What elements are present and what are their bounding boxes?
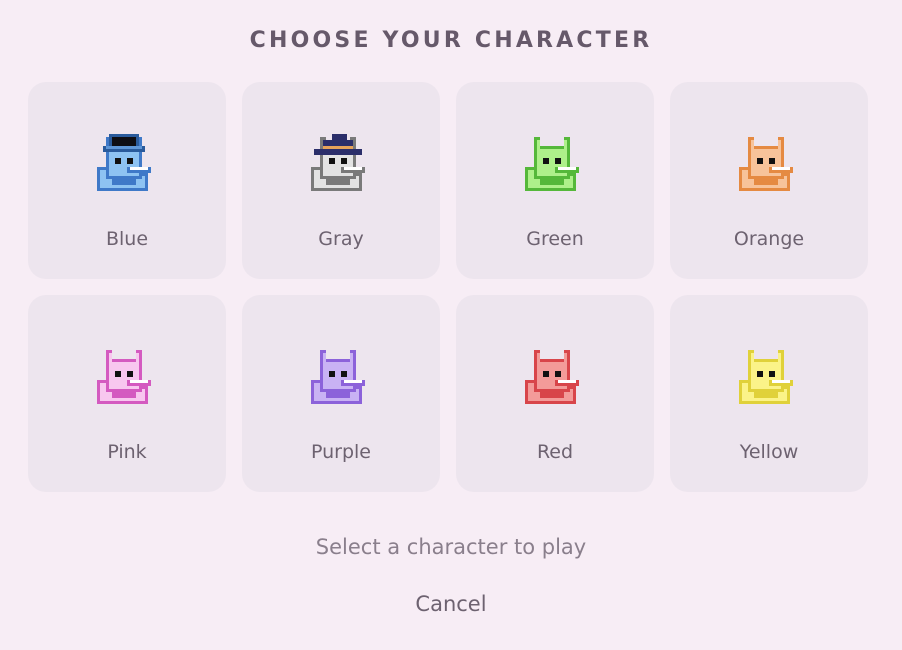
cancel-button[interactable]: Cancel bbox=[380, 592, 522, 616]
character-label: Red bbox=[536, 441, 574, 463]
pink-cat-icon bbox=[97, 350, 151, 404]
gray-cat-wizardhat-icon bbox=[311, 134, 365, 191]
red-cat-icon bbox=[525, 350, 579, 404]
page-title: CHOOSE YOUR CHARACTER bbox=[249, 28, 653, 53]
orange-cat-icon bbox=[739, 137, 793, 191]
character-label: Orange bbox=[733, 228, 805, 250]
selection-hint: Select a character to play bbox=[315, 535, 587, 559]
green-cat-icon bbox=[525, 137, 579, 191]
purple-cat-icon bbox=[311, 350, 365, 404]
character-grid: Blue Gray Green Orange Pink Purple Red Y… bbox=[28, 82, 868, 492]
character-label: Gray bbox=[318, 228, 364, 250]
character-card-pink[interactable]: Pink bbox=[28, 295, 226, 492]
character-label: Purple bbox=[310, 441, 371, 463]
character-card-gray[interactable]: Gray bbox=[242, 82, 440, 279]
character-label: Blue bbox=[105, 228, 149, 250]
blue-cat-tophat-icon bbox=[97, 134, 151, 191]
yellow-cat-icon bbox=[739, 350, 793, 404]
character-card-red[interactable]: Red bbox=[456, 295, 654, 492]
character-label: Green bbox=[526, 228, 584, 250]
character-label: Pink bbox=[107, 441, 147, 463]
character-card-yellow[interactable]: Yellow bbox=[670, 295, 868, 492]
character-card-purple[interactable]: Purple bbox=[242, 295, 440, 492]
character-card-blue[interactable]: Blue bbox=[28, 82, 226, 279]
character-label: Yellow bbox=[739, 441, 799, 463]
character-card-green[interactable]: Green bbox=[456, 82, 654, 279]
character-card-orange[interactable]: Orange bbox=[670, 82, 868, 279]
